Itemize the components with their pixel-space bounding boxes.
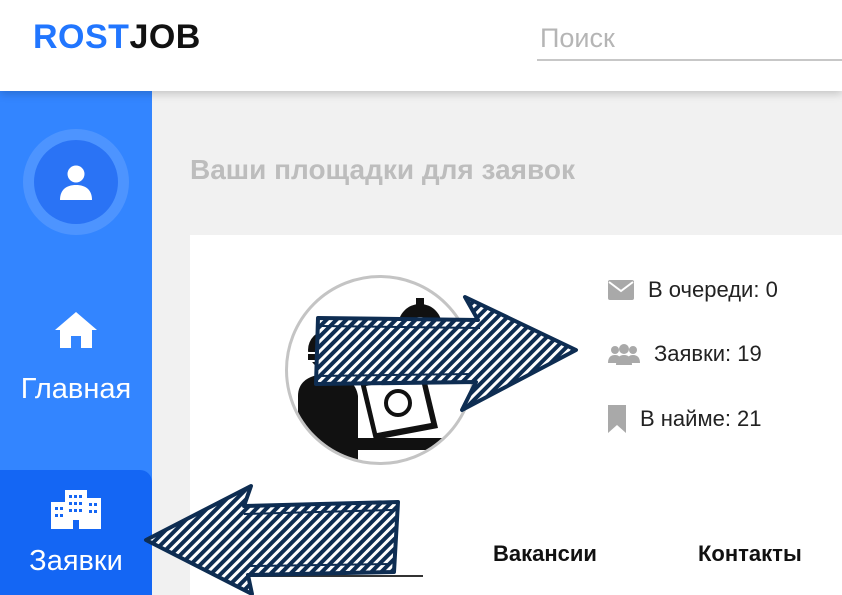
avatar[interactable] [34,140,118,224]
sidebar-item-home[interactable]: Главная [0,310,152,420]
tab-info[interactable]: Информация [242,541,385,567]
user-icon [60,165,92,200]
stat-queue-label: В очереди: 0 [648,277,778,302]
envelope-icon [608,280,634,300]
header: ROSTJOB [0,0,842,91]
main-content: Ваши площадки для заявок В очереди: 0 За… [152,91,842,595]
page: ROSTJOB Главная [0,0,842,595]
page-title: Ваши площадки для заявок [190,154,575,185]
company-card: В очереди: 0 Заявки: 19 В найме: 21 Инфо… [190,235,842,595]
buildings-icon [51,490,101,529]
sidebar-item-requests[interactable]: Заявки [0,470,152,595]
users-icon [608,344,640,365]
tab-active-underline [240,575,423,577]
search-input[interactable] [537,18,842,61]
sidebar: Главная Заявки [0,91,152,595]
stat-hired: В найме: 21 [608,405,762,433]
logo[interactable]: ROSTJOB [33,18,201,57]
home-icon [55,312,97,348]
stat-hired-label: В найме: 21 [640,406,762,431]
worker-illustration [298,298,460,462]
sidebar-item-label: Заявки [29,545,123,577]
bookmark-icon [608,405,626,433]
company-logo [285,275,475,465]
logo-part-job: JOB [129,18,201,56]
logo-part-rost: ROST [33,18,130,56]
sidebar-item-label: Главная [20,373,132,405]
stat-requests: Заявки: 19 [608,341,762,367]
stat-requests-label: Заявки: 19 [654,341,762,366]
tab-contacts[interactable]: Контакты [698,541,802,567]
avatar-ring [23,129,129,235]
stat-queue: В очереди: 0 [608,277,778,303]
tab-vacancies[interactable]: Вакансии [493,541,597,567]
